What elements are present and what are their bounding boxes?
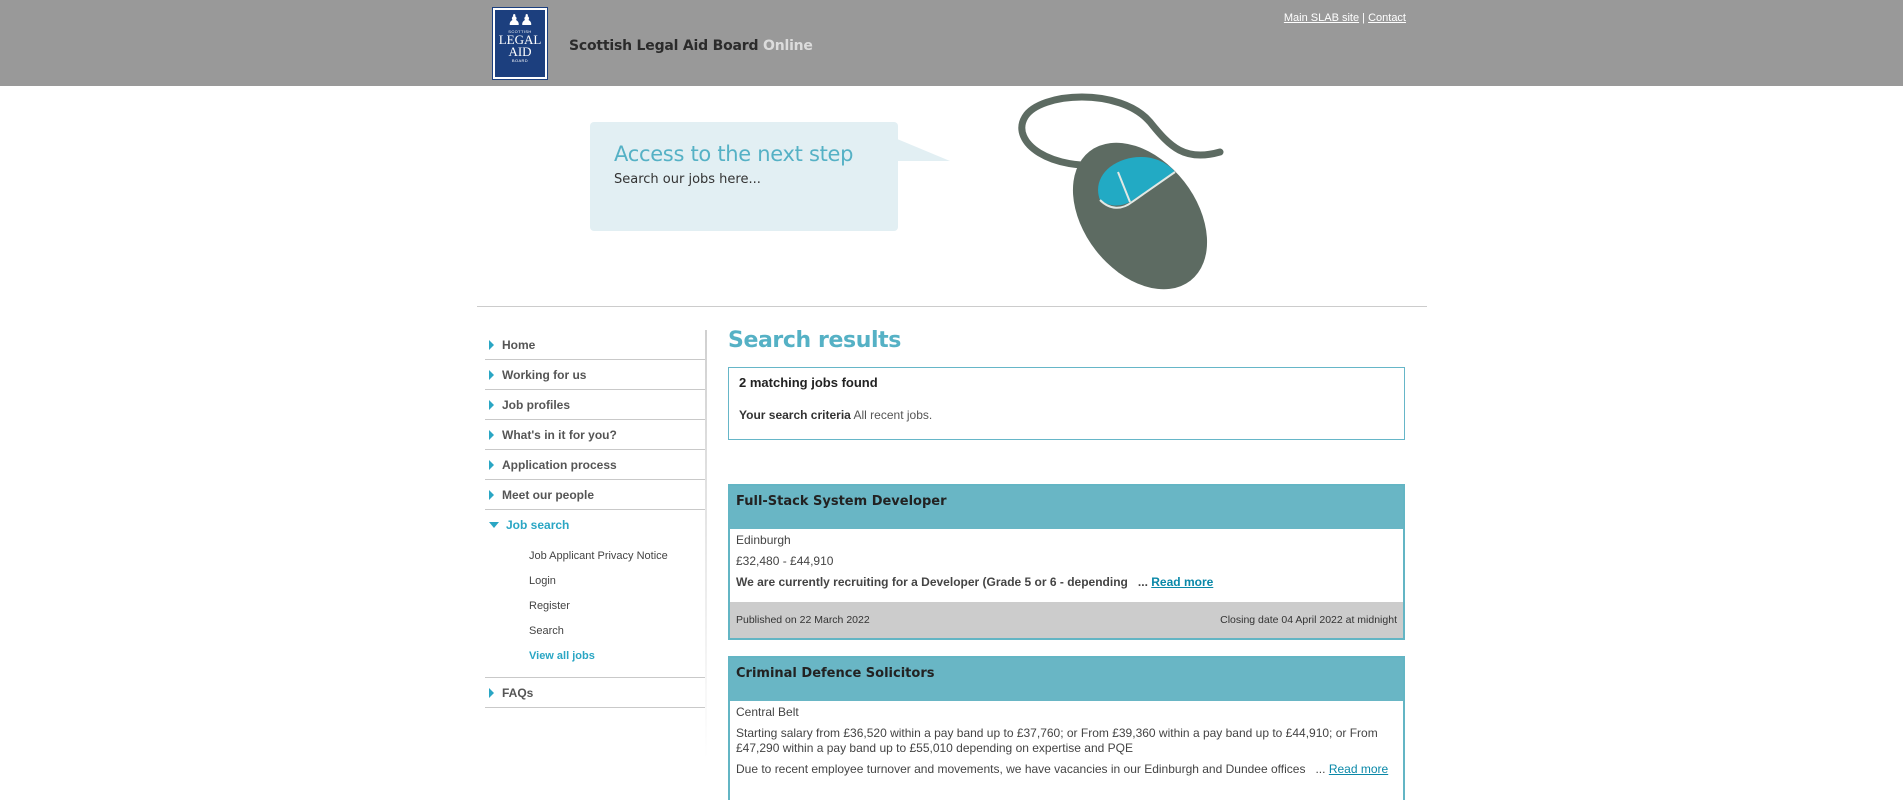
sidebar-divider [705,330,707,760]
arrow-down-icon [489,522,499,528]
main-content: Search results 2 matching jobs found You… [728,328,1405,800]
subnav-item-login[interactable]: Login [529,569,707,594]
job-location: Central Belt [736,705,799,719]
description-ellipsis: ... [1137,575,1148,589]
banner-divider [477,306,1427,307]
sidebar-item-meet-our-people[interactable]: Meet our people [485,480,707,510]
job-details: Central Belt Starting salary from £36,52… [730,701,1403,789]
sidebar-item-home[interactable]: Home [485,330,707,360]
top-links: Main SLAB site | Contact [1284,12,1406,24]
criteria-label: Your search criteria [739,408,851,422]
criteria-value: All recent jobs. [853,408,933,422]
job-description: Due to recent employee turnover and move… [736,762,1397,777]
contact-link[interactable]: Contact [1368,12,1406,24]
brand-title: Scottish Legal Aid Board Online [569,38,813,54]
arrow-right-icon [489,459,494,470]
arrow-right-icon [489,429,494,440]
sidebar-item-application-process[interactable]: Application process [485,450,707,480]
subnav-item-view-all-jobs[interactable]: View all jobs [529,644,707,669]
job-location: Edinburgh [736,533,791,547]
sidebar-item-working-for-us[interactable]: Working for us [485,360,707,390]
sidebar-item-label: Job profiles [502,397,571,412]
search-summary-box: 2 matching jobs found Your search criter… [728,367,1405,440]
banner-title: Access to the next step [614,142,854,166]
subnav-item-search[interactable]: Search [529,619,707,644]
sidebar-item-label: Working for us [502,367,587,382]
logo-text-bottom: BOARD [511,58,529,63]
job-salary: Starting salary from £36,520 within a pa… [736,726,1378,755]
arrow-right-icon [489,399,494,410]
sidebar-item-label: What's in it for you? [502,427,617,442]
main-site-link[interactable]: Main SLAB site [1284,12,1359,24]
sidebar-item-label: Meet our people [502,487,595,502]
sidebar-item-job-profiles[interactable]: Job profiles [485,390,707,420]
link-separator: | [1362,12,1366,24]
banner-subtitle: Search our jobs here... [614,172,761,187]
sidebar-item-label: FAQs [502,685,534,700]
job-title[interactable]: Criminal Defence Solicitors [730,658,1403,701]
sidebar-item-label: Job search [506,518,570,532]
job-card: Criminal Defence Solicitors Central Belt… [728,656,1405,800]
read-more-link[interactable]: Read more [1151,575,1213,589]
brand-suffix: Online [763,38,813,54]
job-description-text: Due to recent employee turnover and move… [736,762,1306,776]
sidebar-item-label: Application process [502,457,617,472]
job-description-text: We are currently recruiting for a Develo… [736,575,1128,589]
speech-bubble-tail [890,136,950,161]
search-criteria: Your search criteria All recent jobs. [739,408,1394,422]
job-details: Edinburgh £32,480 - £44,910 We are curre… [730,529,1403,602]
arrow-right-icon [489,687,494,698]
page-title: Search results [728,328,901,353]
job-search-subnav: Job Applicant Privacy Notice Login Regis… [485,540,707,678]
sidebar-item-label: Home [502,337,536,352]
job-card: Full-Stack System Developer Edinburgh £3… [728,484,1405,640]
subnav-item-privacy-notice[interactable]: Job Applicant Privacy Notice [529,544,707,569]
sidebar-item-job-search[interactable]: Job search [485,510,707,540]
logo-figures-icon: ♟♟ [507,13,534,29]
sidebar-item-whats-in-it[interactable]: What's in it for you? [485,420,707,450]
computer-mouse-icon [1018,93,1224,290]
arrow-right-icon [489,369,494,380]
description-ellipsis: ... [1315,762,1326,776]
arrow-right-icon [489,489,494,500]
job-salary: £32,480 - £44,910 [736,554,834,568]
brand-name: Scottish Legal Aid Board [569,38,759,54]
job-closing-date: Closing date 04 April 2022 at midnight [1220,614,1397,626]
job-description: We are currently recruiting for a Develo… [736,575,1397,590]
subnav-item-register[interactable]: Register [529,594,707,619]
arrow-right-icon [489,339,494,350]
banner-speech-bubble[interactable]: Access to the next step Search our jobs … [590,122,898,231]
sidebar-item-faqs[interactable]: FAQs [485,678,707,708]
job-title[interactable]: Full-Stack System Developer [730,486,1403,529]
matching-jobs-count: 2 matching jobs found [739,375,878,390]
logo-text-aid: AID [508,44,532,59]
site-header: ♟♟ SCOTTISH LEGAL AID BOARD Scottish Leg… [0,0,1903,86]
read-more-link[interactable]: Read more [1329,762,1388,776]
job-footer: Published on 22 March 2022 Closing date … [730,602,1403,638]
slab-logo[interactable]: ♟♟ SCOTTISH LEGAL AID BOARD [492,7,548,80]
job-published-date: Published on 22 March 2022 [736,614,870,626]
sidebar-nav: Home Working for us Job profiles What's … [485,330,707,708]
